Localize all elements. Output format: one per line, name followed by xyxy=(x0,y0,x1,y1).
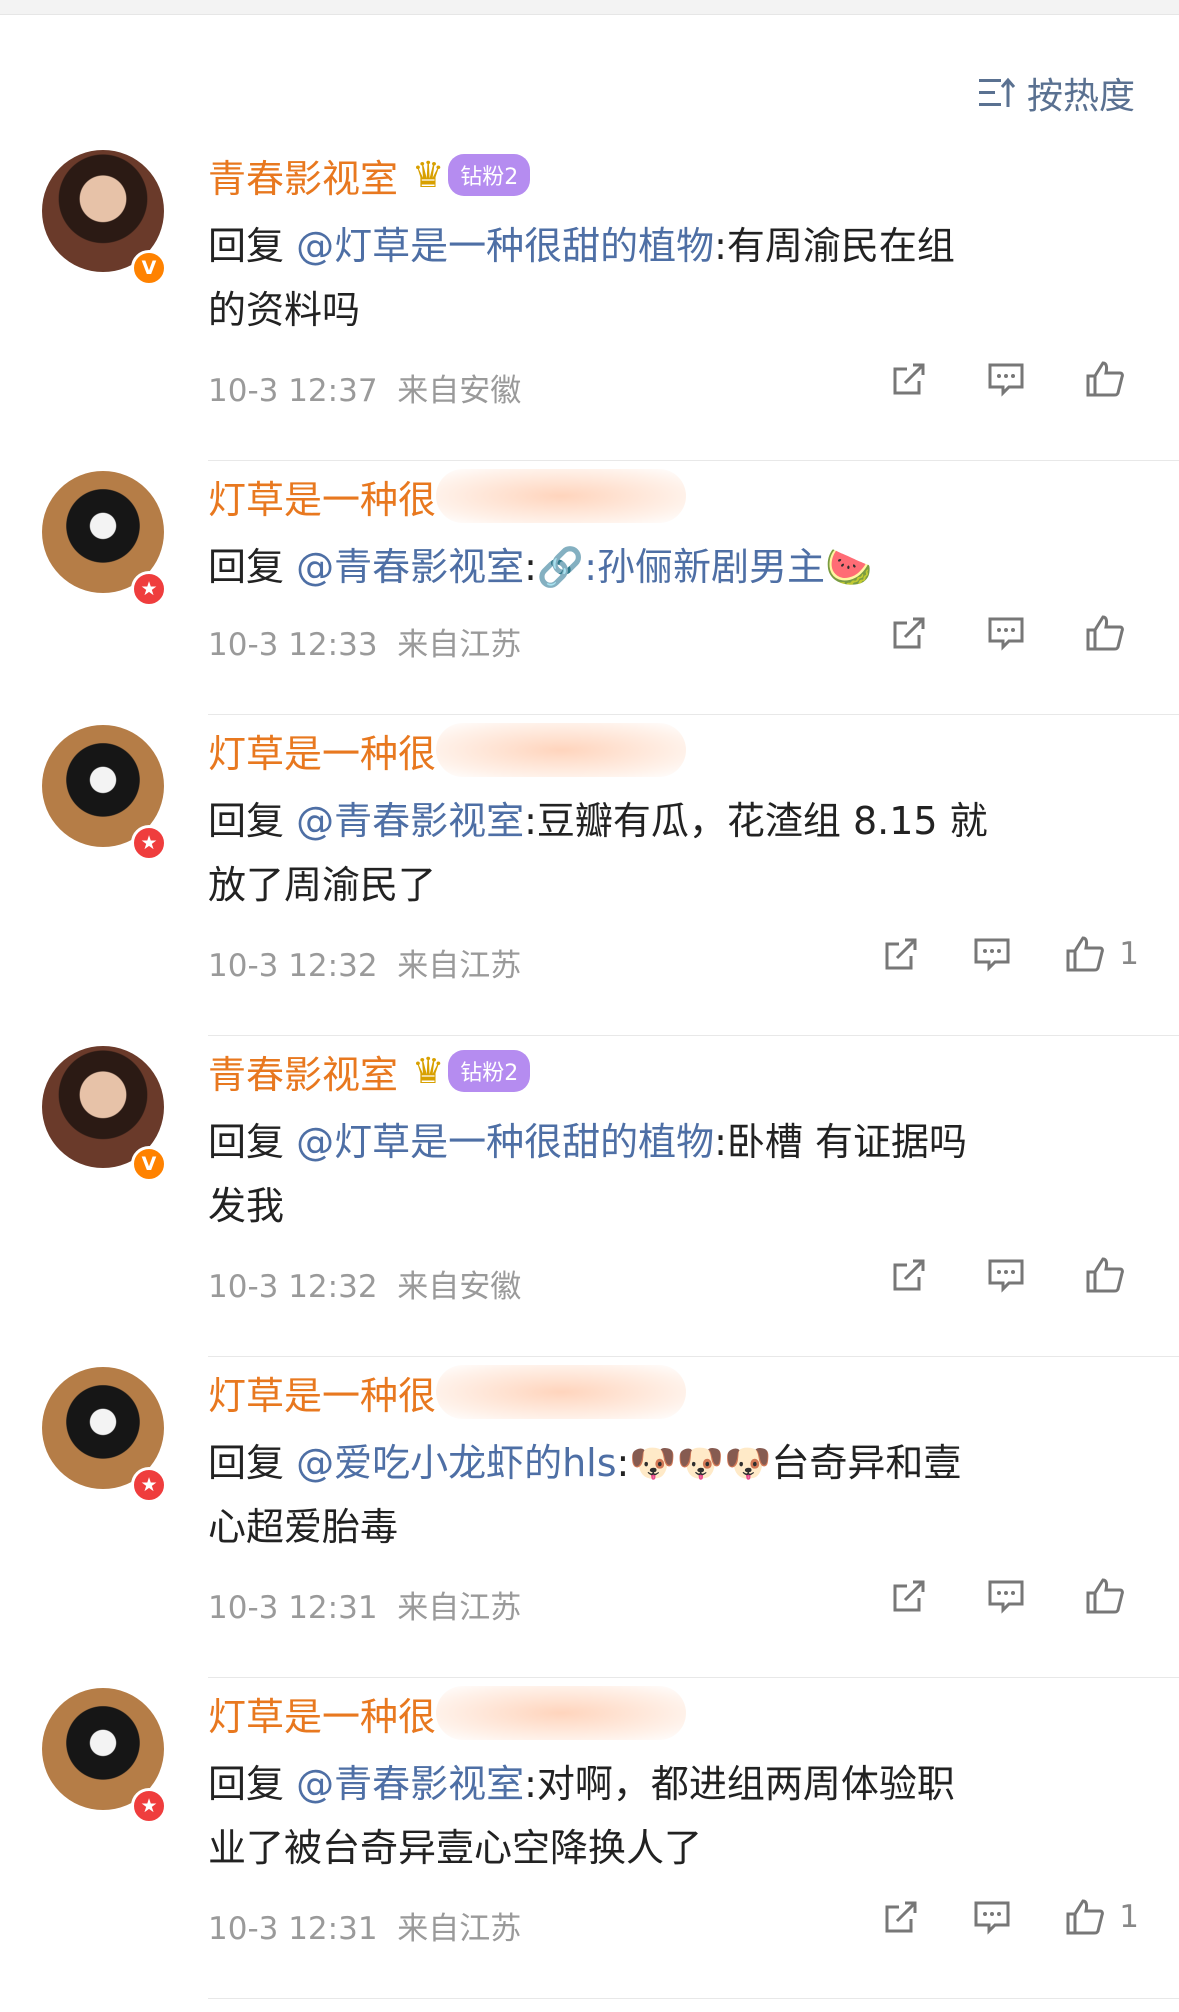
comment-text: 回复 @灯草是一种很甜的植物:有周渝民在组 的资料吗 xyxy=(208,224,955,332)
comment-item: ★ 灯草是一种很 回复 @青春影视室:豆瓣有瓜，花渣组 8.15 就放了周渝民了… xyxy=(0,715,1179,1036)
comment-item: ★ 灯草是一种很 回复 @爱吃小龙虾的hls:🐶🐶🐶台奇异和壹 心超爱胎毒 10-… xyxy=(0,1357,1179,1678)
top-strip xyxy=(0,0,1179,15)
thumbs-up-icon xyxy=(1086,1578,1124,1614)
username[interactable]: 灯草是一种很 xyxy=(208,723,436,778)
link-icon: 🔗 xyxy=(536,545,585,589)
comment-meta: 10-3 12:33 来自江苏 xyxy=(208,627,522,663)
share-icon xyxy=(893,1259,925,1291)
comment-text: 回复 @青春影视室:🔗:孙俪新剧男主🍉 xyxy=(208,545,873,589)
mention-link[interactable]: @爱吃小龙虾的hls xyxy=(296,1441,616,1485)
username[interactable]: 青春影视室 xyxy=(208,1044,398,1099)
thumbs-up-icon xyxy=(1066,1899,1105,1935)
comment-icon xyxy=(974,938,1010,972)
share-icon xyxy=(893,363,925,395)
like-button[interactable] xyxy=(1085,614,1139,652)
thumbs-up-icon xyxy=(1066,936,1105,972)
fan-level-badge: 钻粉2 xyxy=(448,1050,531,1092)
comment-text: 回复 @青春影视室:豆瓣有瓜，花渣组 8.15 就放了周渝民了 xyxy=(208,799,988,907)
share-icon xyxy=(893,1580,925,1612)
sort-label: 按热度 xyxy=(1026,76,1135,117)
share-icon xyxy=(885,1901,917,1933)
verified-v-badge-icon: V xyxy=(131,250,167,286)
reply-button[interactable] xyxy=(987,1257,1025,1293)
comment-item: ★ 灯草是一种很 回复 @青春影视室:对啊，都进组两周体验职 业了被台奇异壹心空降… xyxy=(0,1678,1179,1999)
share-button[interactable] xyxy=(891,1578,927,1614)
reply-button[interactable] xyxy=(987,615,1025,651)
reply-button[interactable] xyxy=(973,936,1011,972)
comment-icon xyxy=(988,363,1024,397)
username[interactable]: 灯草是一种很 xyxy=(208,1686,436,1741)
share-button[interactable] xyxy=(883,1899,919,1935)
reply-button[interactable] xyxy=(987,1578,1025,1614)
comment-text: 回复 @青春影视室:对啊，都进组两周体验职 业了被台奇异壹心空降换人了 xyxy=(208,1762,955,1870)
comment-text: 回复 @爱吃小龙虾的hls:🐶🐶🐶台奇异和壹 心超爱胎毒 xyxy=(208,1441,962,1549)
blurred-username-mask xyxy=(436,1365,686,1419)
star-badge-icon: ★ xyxy=(131,1788,167,1824)
comment-icon xyxy=(974,1901,1010,1935)
mention-link[interactable]: @青春影视室 xyxy=(296,545,524,589)
comment-meta: 10-3 12:31 来自江苏 xyxy=(208,1911,522,1947)
comment-icon xyxy=(988,1580,1024,1614)
comment-icon xyxy=(988,1259,1024,1293)
mention-link[interactable]: @灯草是一种很甜的植物 xyxy=(296,1120,714,1164)
mention-link[interactable]: @灯草是一种很甜的植物 xyxy=(296,224,714,268)
reply-button[interactable] xyxy=(987,361,1025,397)
like-button[interactable] xyxy=(1085,1577,1139,1615)
star-badge-icon: ★ xyxy=(131,571,167,607)
share-button[interactable] xyxy=(891,1257,927,1293)
comment-meta: 10-3 12:32 来自安徽 xyxy=(208,1269,522,1305)
username[interactable]: 青春影视室 xyxy=(208,148,398,203)
thumbs-up-icon xyxy=(1086,361,1124,397)
crown-icon: ♛ xyxy=(412,154,445,196)
share-button[interactable] xyxy=(891,361,927,397)
star-badge-icon: ★ xyxy=(131,1467,167,1503)
comment-meta: 10-3 12:32 来自江苏 xyxy=(208,948,522,984)
divider xyxy=(208,1998,1179,1999)
fan-level-badge: 钻粉2 xyxy=(448,154,531,196)
comment-meta: 10-3 12:37 来自安徽 xyxy=(208,373,522,409)
like-button[interactable]: 1 xyxy=(1065,935,1139,973)
like-count: 1 xyxy=(1119,936,1139,972)
blurred-username-mask xyxy=(436,469,686,523)
like-button[interactable] xyxy=(1085,1256,1139,1294)
username[interactable]: 灯草是一种很 xyxy=(208,469,436,524)
share-icon xyxy=(893,617,925,649)
mention-link[interactable]: @青春影视室 xyxy=(296,1762,524,1806)
mention-link[interactable]: @青春影视室 xyxy=(296,799,524,843)
watermelon-emoji: 🍉 xyxy=(825,545,873,589)
thumbs-up-icon xyxy=(1086,1257,1124,1293)
verified-v-badge-icon: V xyxy=(131,1146,167,1182)
husky-emoji: 🐶🐶🐶 xyxy=(629,1441,772,1485)
comment-text: 回复 @灯草是一种很甜的植物:卧槽 有证据吗 发我 xyxy=(208,1120,967,1228)
comment-item: V 青春影视室 ♛ 钻粉2 回复 @灯草是一种很甜的植物:卧槽 有证据吗 发我 1… xyxy=(0,1036,1179,1357)
star-badge-icon: ★ xyxy=(131,825,167,861)
thumbs-up-icon xyxy=(1086,615,1124,651)
blurred-username-mask xyxy=(436,723,686,777)
crown-icon: ♛ xyxy=(412,1050,445,1092)
like-button[interactable] xyxy=(1085,360,1139,398)
comment-icon xyxy=(988,617,1024,651)
sort-icon xyxy=(978,77,1016,107)
reply-button[interactable] xyxy=(973,1899,1011,1935)
like-count: 1 xyxy=(1119,1899,1139,1935)
username[interactable]: 灯草是一种很 xyxy=(208,1365,436,1420)
comment-item: ★ 灯草是一种很 回复 @青春影视室:🔗:孙俪新剧男主🍉 10-3 12:33 … xyxy=(0,461,1179,715)
like-button[interactable]: 1 xyxy=(1065,1898,1139,1936)
sort-bar: 按热度 xyxy=(0,15,1179,140)
blurred-username-mask xyxy=(436,1686,686,1740)
sort-by-heat-button[interactable]: 按热度 xyxy=(977,67,1135,119)
comment-meta: 10-3 12:31 来自江苏 xyxy=(208,1590,522,1626)
share-button[interactable] xyxy=(883,936,919,972)
share-icon xyxy=(885,938,917,970)
comment-item: V 青春影视室 ♛ 钻粉2 回复 @灯草是一种很甜的植物:有周渝民在组 的资料吗 … xyxy=(0,140,1179,461)
topic-link[interactable]: :孙俪新剧男主 xyxy=(584,545,825,589)
share-button[interactable] xyxy=(891,615,927,651)
